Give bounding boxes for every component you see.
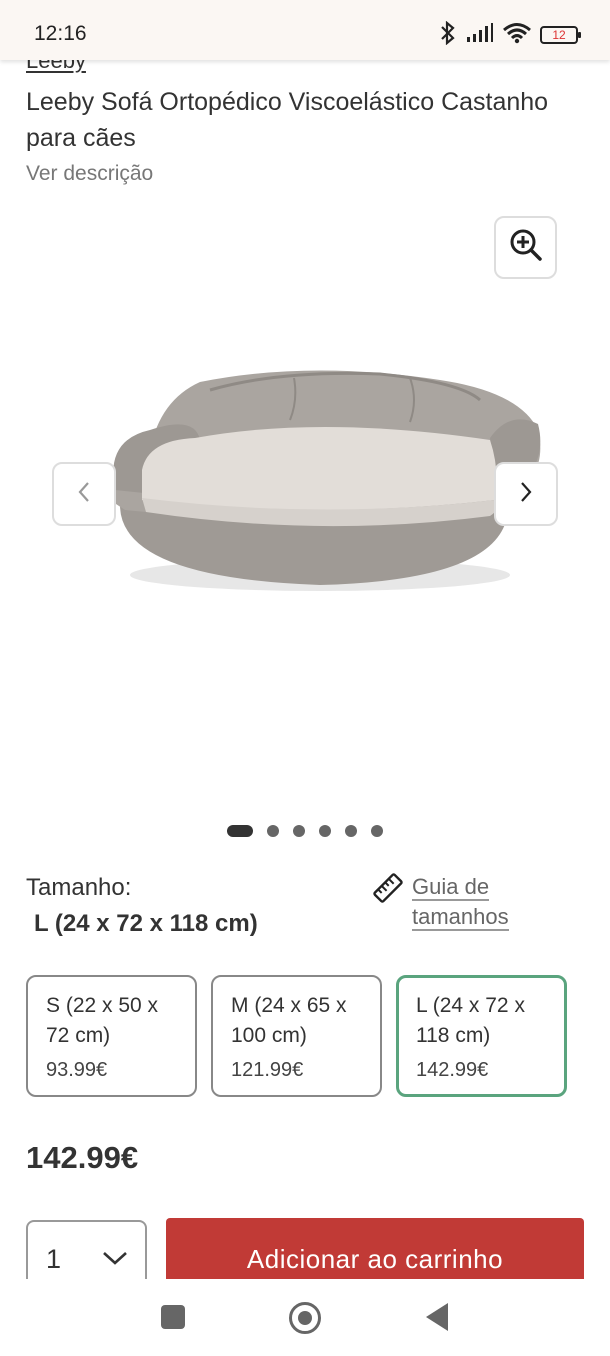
view-description-link[interactable]: Ver descrição (26, 162, 153, 186)
size-guide-text-line1: Guia de (412, 874, 490, 901)
size-guide-link[interactable]: Guia de tamanhos (372, 872, 532, 932)
selected-size: L (24 x 72 x 118 cm) (34, 910, 258, 937)
gallery-pagination (227, 825, 397, 837)
product-title: Leeby Sofá Ortopédico Viscoelástico Cast… (26, 88, 549, 152)
chevron-down-icon (102, 1250, 128, 1271)
back-button[interactable] (426, 1303, 448, 1331)
size-options: S (22 x 50 x 72 cm) 93.99€ M (24 x 65 x … (26, 975, 567, 1097)
size-guide-text-line2: tamanhos (412, 904, 509, 931)
pagination-dot[interactable] (319, 825, 331, 837)
size-option-s[interactable]: S (22 x 50 x 72 cm) 93.99€ (26, 975, 197, 1097)
pagination-dot[interactable] (345, 825, 357, 837)
size-option-name: M (24 x 65 x 100 cm) (231, 994, 347, 1047)
size-option-l[interactable]: L (24 x 72 x 118 cm) 142.99€ (396, 975, 567, 1097)
battery-icon: 12 (540, 26, 581, 44)
size-option-price: 142.99€ (416, 1059, 489, 1081)
pagination-dot[interactable] (293, 825, 305, 837)
status-bar: 12:16 12 (0, 0, 610, 60)
size-label: Tamanho: (26, 874, 132, 901)
signal-icon (466, 22, 494, 48)
chevron-right-icon (518, 481, 534, 508)
ruler-icon (372, 872, 404, 909)
chevron-left-icon (76, 481, 92, 508)
size-option-price: 93.99€ (46, 1059, 108, 1081)
size-option-name: L (24 x 72 x 118 cm) (416, 994, 525, 1047)
product-image[interactable] (80, 360, 550, 600)
bluetooth-icon (438, 20, 458, 50)
wifi-icon (502, 22, 532, 49)
zoom-in-icon (508, 227, 544, 268)
size-option-price: 121.99€ (231, 1059, 304, 1081)
home-button[interactable] (289, 1302, 321, 1334)
status-time: 12:16 (34, 22, 87, 45)
zoom-button[interactable] (494, 216, 557, 279)
recent-apps-button[interactable] (161, 1305, 185, 1329)
pagination-dot[interactable] (267, 825, 279, 837)
gallery-next-button[interactable] (494, 462, 558, 526)
status-icons: 12 (438, 20, 581, 50)
pagination-dot[interactable] (371, 825, 383, 837)
pagination-dot[interactable] (227, 825, 253, 837)
gallery-prev-button[interactable] (52, 462, 116, 526)
size-option-name: S (22 x 50 x 72 cm) (46, 994, 159, 1047)
size-option-m[interactable]: M (24 x 65 x 100 cm) 121.99€ (211, 975, 382, 1097)
product-price: 142.99€ (26, 1140, 139, 1175)
quantity-value: 1 (46, 1244, 62, 1274)
